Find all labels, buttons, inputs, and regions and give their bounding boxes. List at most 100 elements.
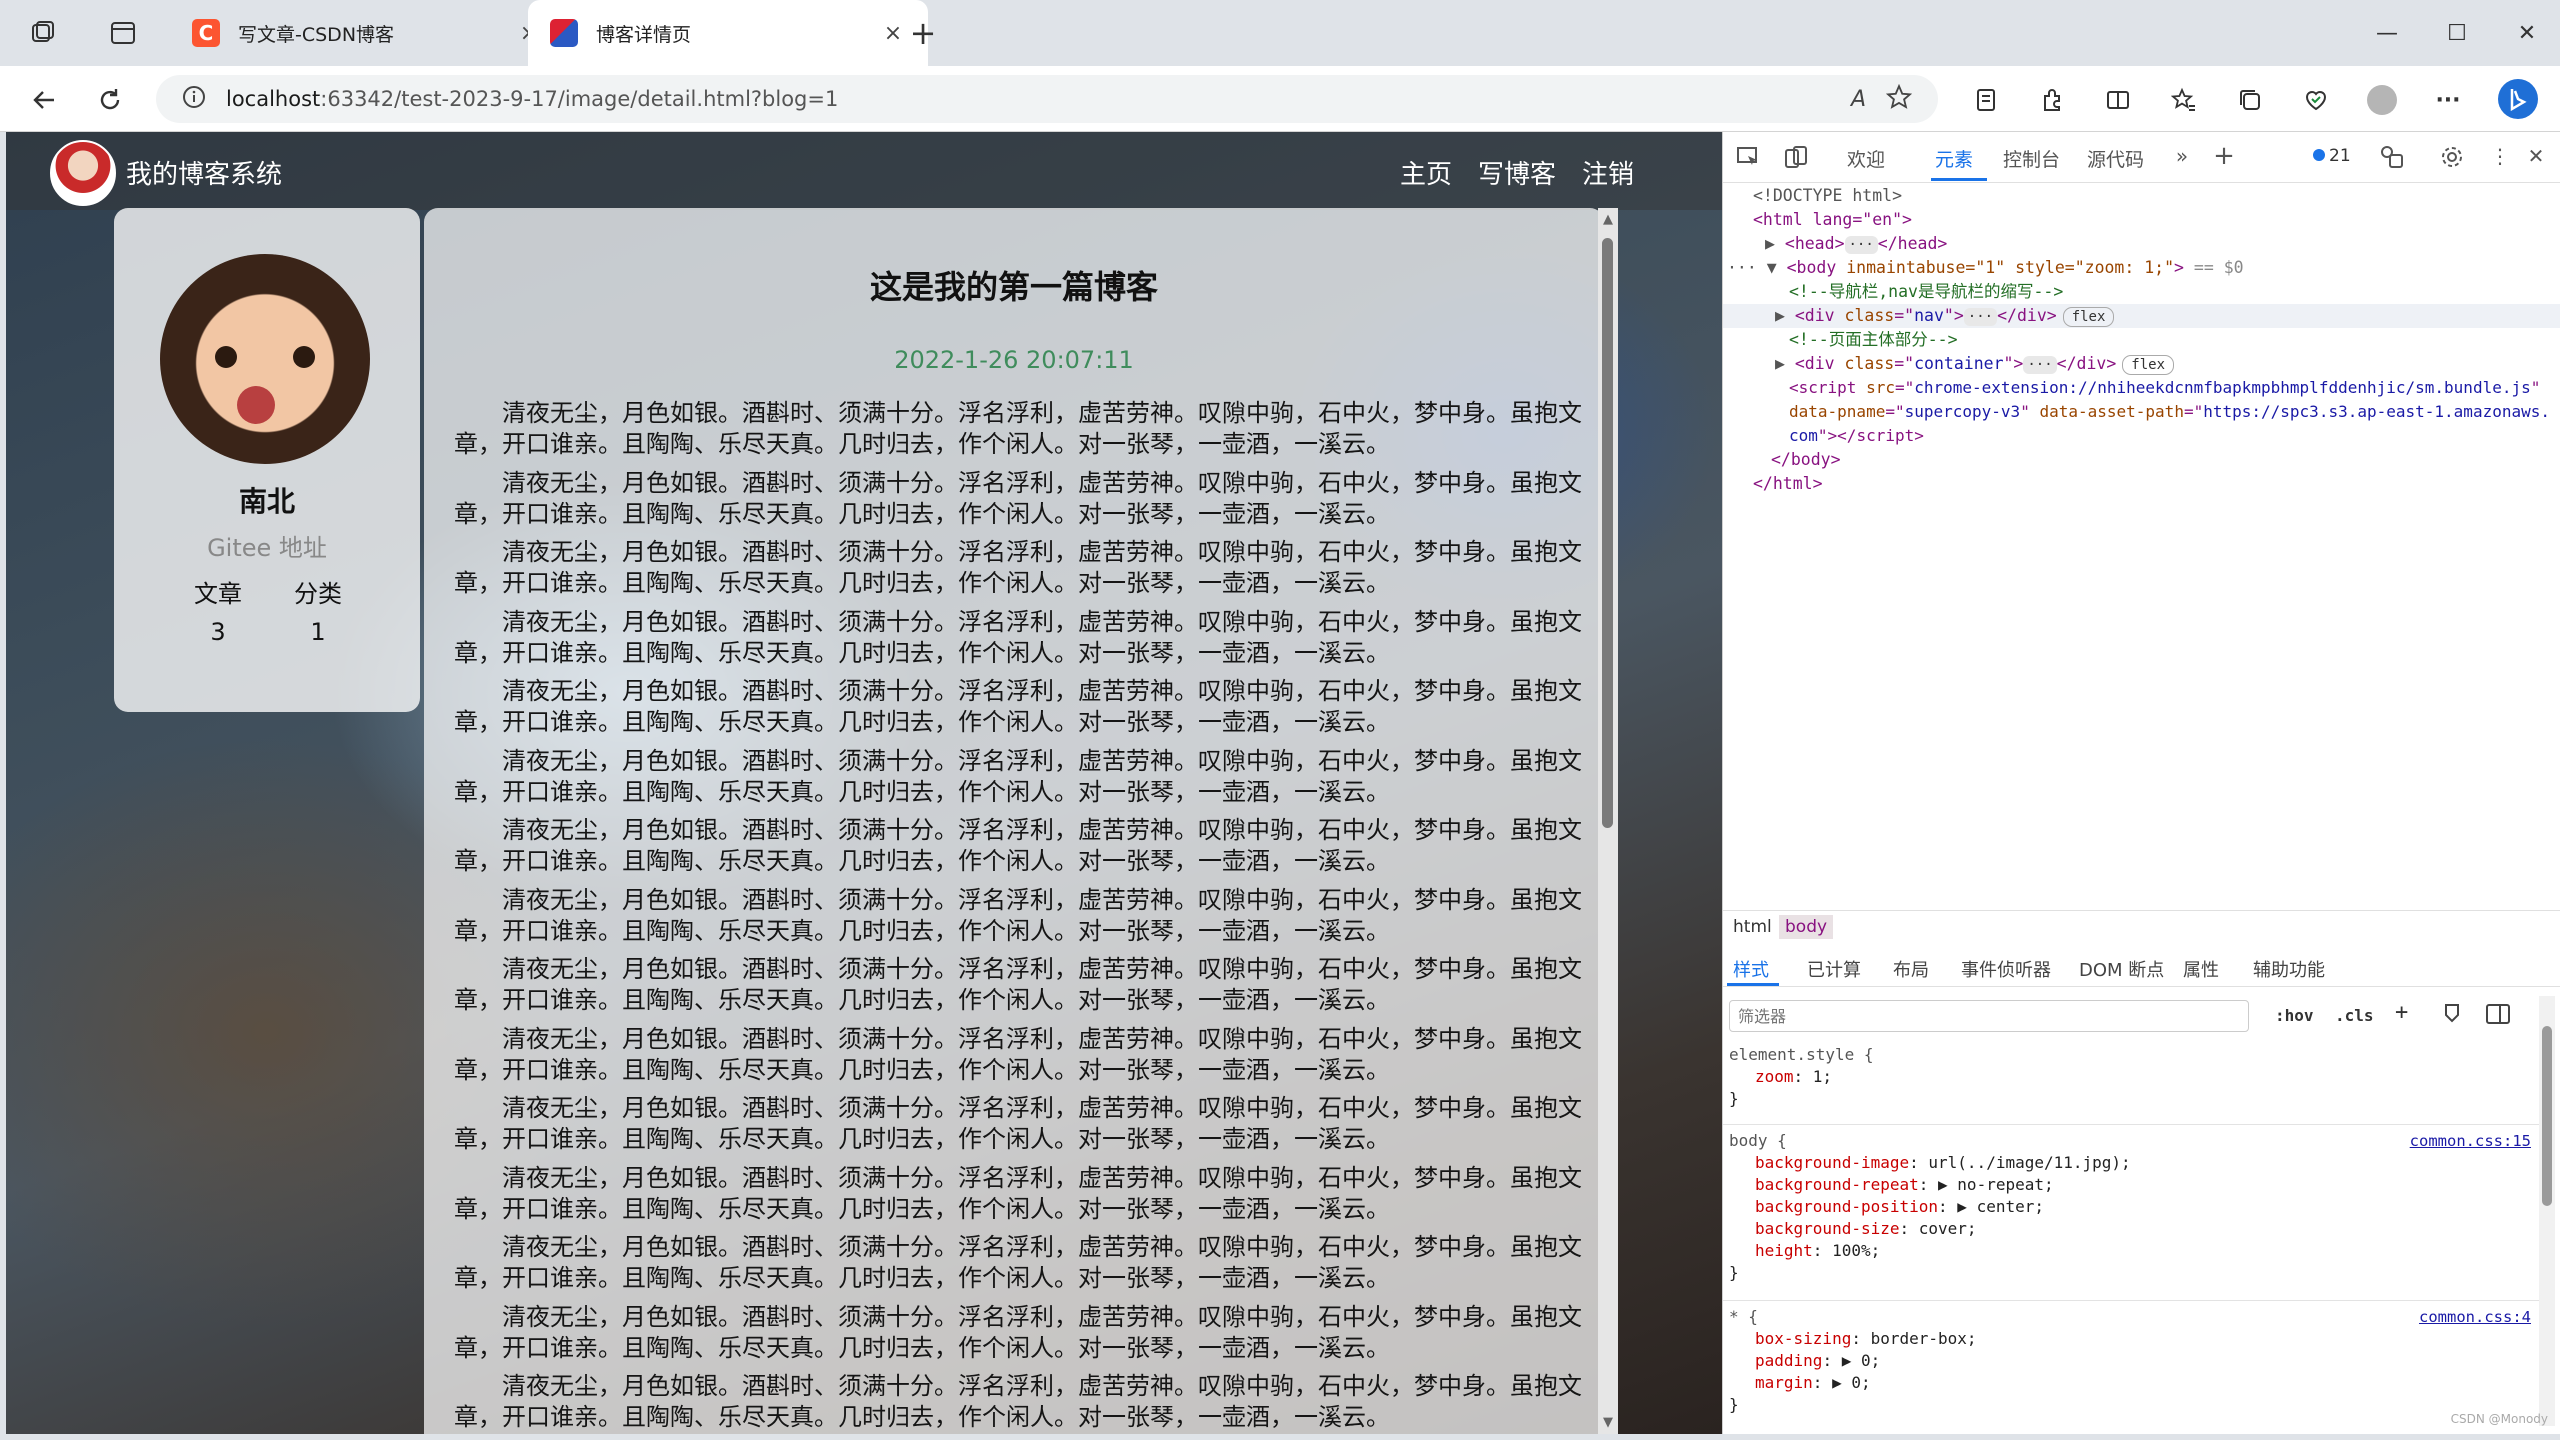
subtab-computed[interactable]: 已计算 — [1807, 956, 1861, 982]
copilot-icon[interactable] — [2494, 75, 2542, 123]
tab-csdn[interactable]: C 写文章-CSDN博客 × — [170, 0, 564, 66]
new-tab-button[interactable]: + — [888, 0, 958, 66]
connect-icon[interactable] — [2379, 144, 2405, 170]
new-rule-icon[interactable]: + — [2395, 1000, 2408, 1025]
breadcrumb-body[interactable]: body — [1779, 915, 1834, 939]
profile-avatar-icon[interactable] — [2362, 80, 2402, 120]
split-screen-icon[interactable] — [2098, 80, 2138, 120]
style-prop[interactable]: background-size: cover; — [1755, 1218, 1977, 1240]
devtools-tab-elements[interactable]: 元素 — [1935, 145, 1973, 172]
maximize-button[interactable]: ☐ — [2422, 0, 2492, 66]
settings-gear-icon[interactable] — [2439, 144, 2465, 170]
more-tabs-icon[interactable]: » — [2169, 144, 2195, 170]
article-paragraph: 清夜无尘，月色如银。酒斟时、须满十分。浮名浮利，虚苦劳神。叹隙中驹，石中火，梦中… — [454, 746, 1582, 806]
breadcrumb-html[interactable]: html — [1727, 915, 1778, 939]
favorite-star-icon[interactable] — [1885, 83, 1913, 114]
inspect-element-icon[interactable] — [1735, 144, 1761, 170]
add-tab-icon[interactable]: + — [2211, 141, 2237, 171]
stat-label-articles: 文章 — [194, 580, 242, 608]
style-rule-element: element.style { zoom: 1; } — [1729, 1045, 1874, 1108]
watermark-text: CSDN @Monody — [2450, 1412, 2548, 1426]
devtools-tab-sources[interactable]: 源代码 — [2087, 145, 2144, 172]
styles-scrollbar[interactable] — [2539, 996, 2555, 1426]
article-body: 清夜无尘，月色如银。酒斟时、须满十分。浮名浮利，虚苦劳神。叹隙中驹，石中火，梦中… — [454, 398, 1584, 1434]
style-prop[interactable]: box-sizing: border-box; — [1755, 1328, 1977, 1350]
address-bar[interactable]: localhost:63342/test-2023-9-17/image/det… — [156, 75, 1938, 123]
user-profile-card: 南北 Gitee 地址 文章 分类 3 1 — [114, 208, 420, 712]
collections-icon[interactable] — [2230, 80, 2270, 120]
dom-html-open[interactable]: <html lang="en"> — [1753, 208, 1912, 232]
reading-view-icon[interactable] — [1966, 80, 2006, 120]
style-prop[interactable]: margin: ▶ 0; — [1755, 1372, 1871, 1394]
subtab-layout[interactable]: 布局 — [1893, 956, 1929, 982]
device-emulation-icon[interactable] — [1783, 144, 1809, 170]
nav-link-logout[interactable]: 注销 — [1582, 154, 1634, 191]
close-window-button[interactable]: ✕ — [2492, 0, 2560, 66]
tab-blog-detail[interactable]: 博客详情页 × — [528, 0, 928, 66]
dom-body-node[interactable]: ··· ▼ <body inmaintabuse="1" style="zoom… — [1727, 256, 2244, 280]
element-state-icon[interactable] — [2441, 1002, 2463, 1030]
dom-script-node[interactable]: <script src="chrome-extension://nhiheekd… — [1789, 376, 2553, 448]
minimize-button[interactable]: — — [2352, 0, 2422, 66]
dom-html-close[interactable]: </html> — [1753, 472, 1823, 496]
rule-separator — [1723, 1124, 2541, 1125]
more-menu-icon[interactable]: ··· — [2428, 80, 2468, 120]
page-scrollbar[interactable]: ▲ ▼ — [1598, 208, 1618, 1434]
tab-actions-icon[interactable] — [106, 16, 140, 50]
subtab-properties[interactable]: 属性 — [2183, 956, 2219, 982]
site-title: 我的博客系统 — [126, 160, 283, 190]
style-prop[interactable]: background-image: url(../image/11.jpg); — [1755, 1152, 2131, 1174]
style-prop[interactable]: height: 100%; — [1755, 1240, 1880, 1262]
devtools-tab-welcome[interactable]: 欢迎 — [1847, 145, 1885, 172]
stylesheet-link[interactable]: common.css:15 — [2410, 1130, 2531, 1152]
scroll-up-arrow-icon[interactable]: ▲ — [1598, 212, 1618, 227]
style-prop[interactable]: background-repeat: ▶ no-repeat; — [1755, 1174, 2054, 1196]
refresh-icon[interactable] — [90, 80, 130, 120]
article-paragraph: 清夜无尘，月色如银。酒斟时、须满十分。浮名浮利，虚苦劳神。叹隙中驹，石中火，梦中… — [454, 1372, 1582, 1431]
subtab-dom-breakpoints[interactable]: DOM 断点 — [2079, 956, 2164, 982]
dom-body-close[interactable]: </body> — [1771, 448, 1841, 472]
stat-value-articles: 3 — [210, 618, 226, 646]
subtab-accessibility[interactable]: 辅助功能 — [2253, 956, 2325, 982]
scroll-down-arrow-icon[interactable]: ▼ — [1598, 1415, 1618, 1430]
article-paragraph: 清夜无尘，月色如银。酒斟时、须满十分。浮名浮利，虚苦劳神。叹隙中驹，石中火，梦中… — [454, 468, 1582, 528]
back-arrow-icon[interactable] — [24, 80, 64, 120]
site-logo — [50, 140, 116, 206]
gitee-link[interactable]: Gitee 地址 — [114, 528, 420, 563]
style-prop[interactable]: padding: ▶ 0; — [1755, 1350, 1880, 1372]
article-paragraph: 清夜无尘，月色如银。酒斟时、须满十分。浮名浮利，虚苦劳神。叹隙中驹，石中火，梦中… — [454, 538, 1582, 597]
dom-comment-main[interactable]: <!--页面主体部分--> — [1789, 328, 1958, 352]
toggle-sidebar-icon[interactable] — [2485, 1002, 2511, 1030]
nav-link-home[interactable]: 主页 — [1400, 154, 1452, 191]
class-toggle[interactable]: .cls — [2335, 1006, 2374, 1025]
active-subtab-indicator — [1727, 983, 1779, 986]
nav-link-write[interactable]: 写博客 — [1478, 154, 1556, 191]
close-devtools-icon[interactable]: ✕ — [2523, 144, 2549, 170]
issues-badge[interactable]: 21 — [2313, 146, 2351, 166]
read-aloud-icon[interactable]: A — [1851, 87, 1866, 112]
url-host: localhost — [226, 87, 321, 111]
styles-filter-input[interactable] — [1729, 1000, 2249, 1032]
dom-div-container[interactable]: ▶ <div class="container"> ··· </div> flex — [1775, 352, 2174, 376]
workspaces-icon[interactable] — [26, 16, 60, 50]
hover-state-toggle[interactable]: :hov — [2275, 1006, 2314, 1025]
styles-scrollbar-thumb[interactable] — [2542, 1026, 2552, 1206]
dom-comment-nav[interactable]: <!--导航栏,nav是导航栏的缩写--> — [1789, 280, 2063, 304]
page-scrollbar-thumb[interactable] — [1602, 238, 1613, 828]
devtools-menu-icon[interactable]: ⋮ — [2487, 144, 2513, 170]
dom-doctype[interactable]: <!DOCTYPE html> — [1753, 184, 1902, 208]
style-prop[interactable]: zoom: 1; — [1755, 1066, 1832, 1088]
subtab-event-listeners[interactable]: 事件侦听器 — [1961, 956, 2051, 982]
tab-title: 博客详情页 — [596, 23, 692, 46]
style-prop[interactable]: background-position: ▶ center; — [1755, 1196, 2044, 1218]
extensions-icon[interactable] — [2032, 80, 2072, 120]
devtools-tab-console[interactable]: 控制台 — [2003, 145, 2060, 172]
dom-head-node[interactable]: ▶ <head> ··· </head> — [1765, 232, 1947, 256]
dom-div-nav[interactable]: ▶ <div class="nav"> ··· </div> flex — [1775, 304, 2115, 328]
site-info-icon[interactable] — [182, 85, 206, 113]
stylesheet-link[interactable]: common.css:4 — [2419, 1306, 2531, 1328]
subtab-styles[interactable]: 样式 — [1733, 956, 1769, 982]
page-viewport: 我的博客系统 主页 写博客 注销 南北 Gitee 地址 文章 分类 3 1 这… — [6, 132, 1722, 1434]
favorites-icon[interactable] — [2164, 80, 2204, 120]
browser-essentials-icon[interactable] — [2296, 80, 2336, 120]
